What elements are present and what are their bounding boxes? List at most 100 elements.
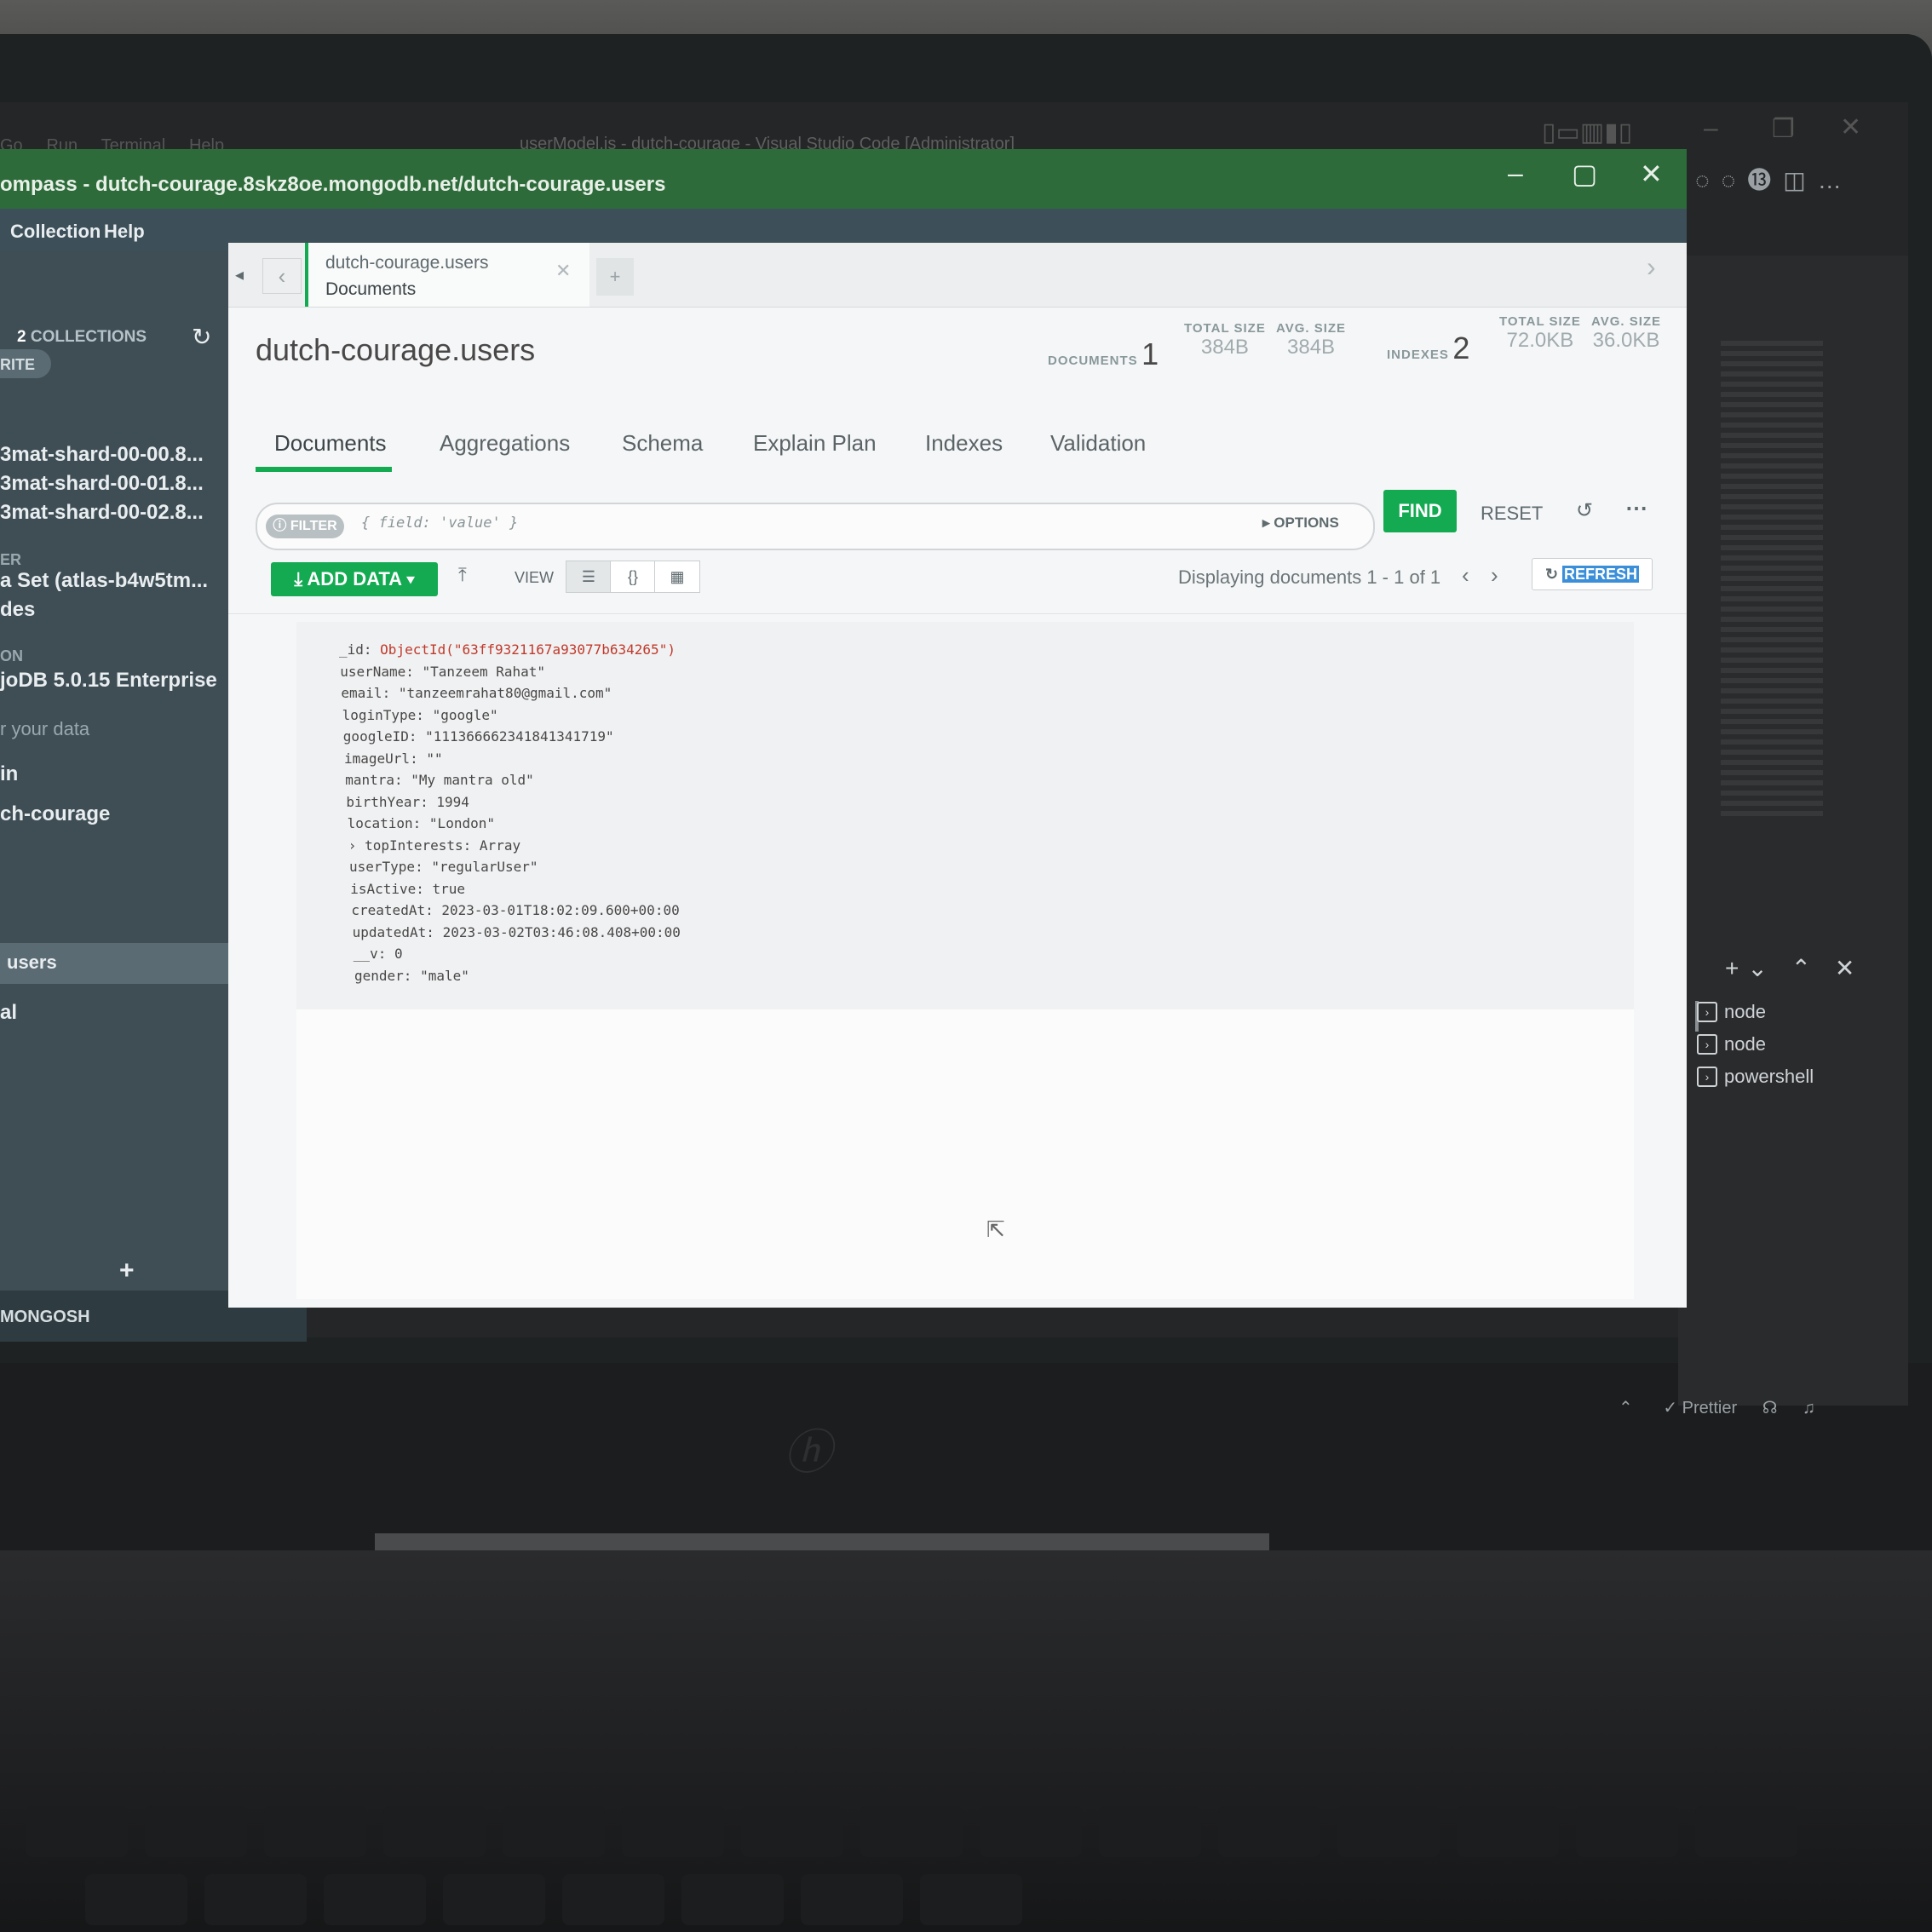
menu-collection[interactable]: Collection [10, 221, 101, 243]
document-field[interactable]: _id: ObjectId("63ff9321167a93077b634265"… [339, 639, 681, 661]
terminal-list[interactable]: › node › node › powershell [1697, 1001, 1814, 1088]
bell-icon[interactable]: ♫ [1803, 1399, 1815, 1417]
tab-indexes[interactable]: Indexes [925, 430, 1003, 457]
tab-scroll-right-icon[interactable]: › [1647, 251, 1656, 283]
tab-documents-view[interactable]: Documents [274, 430, 387, 457]
document-field[interactable]: mantra: "My mantra old" [345, 769, 681, 791]
vscode-minimize-icon[interactable]: – [1704, 114, 1718, 143]
doc-avg-size: AVG. SIZE 384B [1276, 321, 1346, 359]
tab-close-icon[interactable]: ✕ [555, 260, 571, 282]
maximize-panel-icon[interactable]: ⌃ [1791, 955, 1820, 981]
collections-count-label: COLLECTIONS [30, 328, 147, 346]
field-value: Array [479, 837, 521, 854]
layout-icons[interactable]: ▯▭▥▮▯ [1542, 118, 1632, 147]
sidebar-db-local[interactable]: al [0, 1001, 17, 1025]
terminal-label: powershell [1724, 1066, 1814, 1087]
version-section-label: ON [0, 647, 23, 664]
prettier-status[interactable]: Prettier [1682, 1399, 1737, 1417]
terminal-item[interactable]: › powershell [1697, 1066, 1814, 1088]
document-field[interactable]: __v: 0 [354, 943, 681, 965]
add-database-icon[interactable]: + [119, 1256, 135, 1285]
find-button[interactable]: FIND [1383, 490, 1457, 532]
document-card[interactable]: _id: ObjectId("63ff9321167a93077b634265"… [296, 622, 1634, 1009]
tab-schema[interactable]: Schema [622, 430, 703, 457]
minimap[interactable] [1721, 341, 1823, 818]
minimize-icon[interactable]: – [1508, 158, 1523, 189]
editor-actions-icon[interactable]: ◌◌⓭◫… [1695, 162, 1854, 196]
collection-panel: ◂ ‹ dutch-courage.users Documents ✕ + › … [228, 243, 1687, 1308]
more-options-icon[interactable]: ⋯ [1625, 495, 1647, 521]
filter-input[interactable]: { field: 'value' } [361, 515, 518, 532]
document-field[interactable]: userType: "regularUser" [349, 856, 681, 878]
list-view-icon[interactable]: ☰ [566, 561, 612, 593]
vscode-statusbar: ⌃ ✓ Prettier ☊ ♫ [1619, 1397, 1815, 1418]
chevron-up-icon[interactable]: ⌃ [1619, 1399, 1633, 1417]
active-tab-indicator [256, 467, 392, 472]
close-icon[interactable]: ✕ [1640, 158, 1663, 190]
close-panel-icon[interactable]: ✕ [1835, 955, 1863, 981]
menu-help[interactable]: Help [104, 221, 145, 243]
key [1099, 1806, 1201, 1857]
key [860, 1806, 963, 1857]
document-field[interactable]: isActive: true [350, 878, 681, 900]
replica-set[interactable]: a Set (atlas-b4w5tm... [0, 569, 208, 593]
document-field[interactable]: updatedAt: 2023-03-02T03:46:08.408+00:00 [353, 922, 681, 944]
document-field[interactable]: location: "London" [348, 813, 681, 835]
back-icon[interactable]: ‹ [262, 258, 302, 294]
tab-documents[interactable]: dutch-courage.users Documents ✕ [305, 243, 589, 307]
feedback-icon[interactable]: ☊ [1762, 1399, 1778, 1417]
download-icon: ⤓ [294, 568, 303, 589]
refresh-button[interactable]: ↻ REFRESH [1532, 558, 1653, 590]
refresh-icon[interactable]: ↻ [192, 323, 211, 351]
vscode-restore-icon[interactable]: ❐ [1772, 114, 1795, 144]
terminal-actions[interactable]: +⌄ ⌃ ✕ [1725, 954, 1863, 982]
sidebar-db-admin[interactable]: in [0, 762, 18, 786]
sidebar-db-main[interactable]: ch-courage [0, 802, 110, 826]
host-item[interactable]: 3mat-shard-00-00.8... [0, 443, 204, 467]
document-field[interactable]: userName: "Tanzeem Rahat" [340, 661, 681, 683]
new-terminal-icon[interactable]: +⌄ [1725, 955, 1776, 981]
key [1695, 1806, 1797, 1857]
expand-array-icon[interactable]: › [348, 837, 365, 854]
next-page-icon[interactable]: › [1491, 562, 1498, 589]
vscode-close-icon[interactable]: ✕ [1840, 112, 1861, 142]
new-tab-icon[interactable]: + [596, 258, 634, 296]
terminal-item[interactable]: › node [1697, 1033, 1814, 1055]
document-field[interactable]: email: "tanzeemrahat80@gmail.com" [341, 682, 681, 704]
tab-aggregations[interactable]: Aggregations [440, 430, 570, 457]
terminal-item[interactable]: › node [1697, 1001, 1814, 1023]
prev-page-icon[interactable]: ‹ [1462, 562, 1469, 589]
query-history-icon[interactable]: ↺ [1576, 498, 1593, 523]
sidebar-filter-input[interactable]: r your data [0, 718, 89, 740]
doc-avg-size-value: 384B [1287, 336, 1336, 359]
documents-toolbar: ⤓ ADD DATA ▾ ⤒ VIEW ☰ {} ▦ Displaying do… [228, 554, 1687, 614]
document-field[interactable]: createdAt: 2023-03-01T18:02:09.600+00:00 [351, 900, 681, 922]
options-button[interactable]: ▸ OPTIONS [1262, 515, 1339, 532]
document-field[interactable]: loginType: "google" [342, 704, 681, 727]
document-field[interactable]: googleID: "111366662341841341719" [343, 726, 681, 748]
document-field[interactable]: birthYear: 1994 [346, 791, 681, 814]
tab-validation[interactable]: Validation [1050, 430, 1146, 457]
terminal-icon: › [1697, 1067, 1717, 1087]
host-item[interactable]: 3mat-shard-00-01.8... [0, 472, 204, 496]
collections-count-value: 2 [17, 328, 26, 346]
query-bar[interactable]: ⓘ FILTER { field: 'value' } ▸ OPTIONS [256, 503, 1375, 550]
key [145, 1806, 247, 1857]
tab-scroll-left-icon[interactable]: ◂ [235, 264, 244, 285]
json-view-icon[interactable]: {} [610, 561, 656, 593]
export-icon[interactable]: ⤒ [458, 564, 467, 586]
maximize-icon[interactable]: ▢ [1572, 158, 1597, 190]
reset-button[interactable]: RESET [1481, 503, 1543, 525]
refresh-label: REFRESH [1562, 566, 1640, 583]
doc-total-size-value: 384B [1200, 336, 1249, 359]
tab-explain-plan[interactable]: Explain Plan [753, 430, 877, 457]
field-key: createdAt [351, 902, 426, 918]
table-view-icon[interactable]: ▦ [654, 561, 700, 593]
document-field[interactable]: › topInterests: Array [348, 835, 681, 857]
field-separator: : [416, 880, 433, 897]
document-field[interactable]: imageUrl: "" [344, 748, 681, 770]
host-item[interactable]: 3mat-shard-00-02.8... [0, 501, 204, 525]
document-field[interactable]: gender: "male" [354, 965, 681, 987]
add-data-button[interactable]: ⤓ ADD DATA ▾ [271, 562, 438, 596]
field-key: email [341, 685, 382, 701]
